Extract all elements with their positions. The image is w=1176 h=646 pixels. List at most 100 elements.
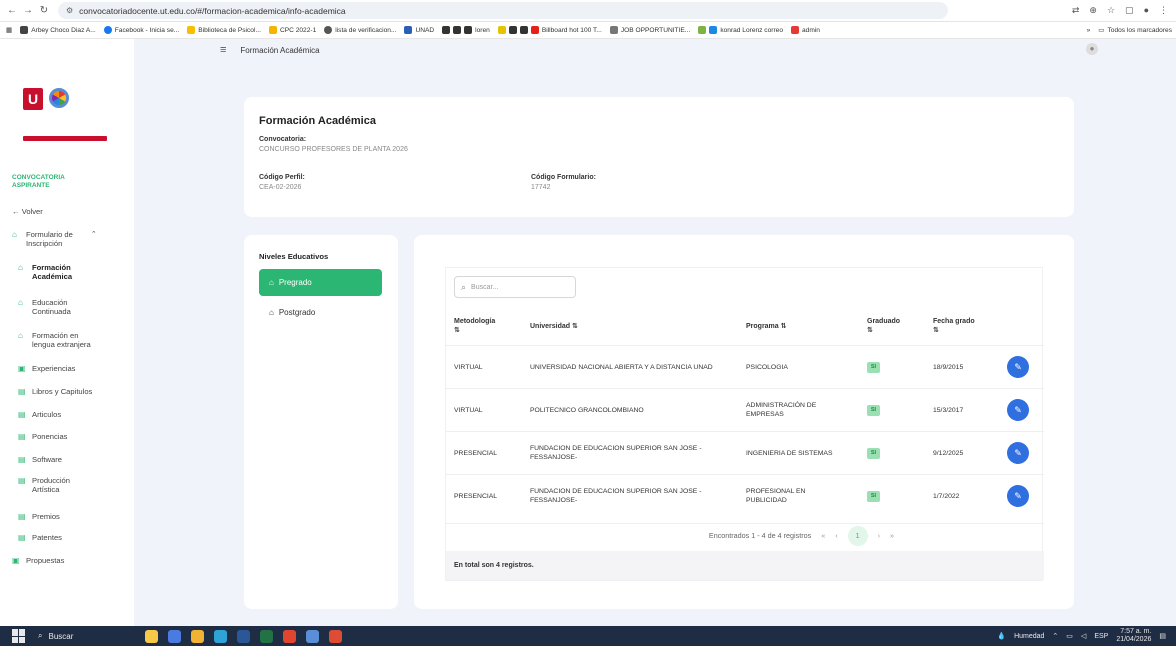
- edit-pencil-icon[interactable]: ✎: [1007, 399, 1029, 421]
- cell-universidad: FUNDACION DE EDUCACION SUPERIOR SAN JOSE…: [530, 488, 702, 504]
- bookmark-item[interactable]: JOB OPPORTUNITIE...: [609, 26, 690, 34]
- bookmark-item[interactable]: Biblioteca de Psicol...: [187, 26, 261, 34]
- reload-icon[interactable]: ↻: [36, 5, 52, 16]
- bookmark-item[interactable]: konrad Lorenz correo: [698, 26, 783, 34]
- language-indicator[interactable]: ESP: [1094, 633, 1108, 640]
- logo-strip: [23, 136, 107, 141]
- table-row: PRESENCIAL FUNDACION DE EDUCACION SUPERI…: [446, 474, 1044, 517]
- sidebar-item-produccion[interactable]: ▤ Producción Artística: [18, 476, 70, 494]
- edit-pencil-icon[interactable]: ✎: [1007, 442, 1029, 464]
- book-icon: ▤: [18, 387, 26, 396]
- niveles-title: Niveles Educativos: [259, 252, 329, 261]
- volume-icon[interactable]: ◁: [1081, 632, 1086, 640]
- address-bar[interactable]: ⚙ convocatoriadocente.ut.edu.co/#/formac…: [58, 2, 948, 19]
- bookmark-item[interactable]: UNAD: [404, 26, 434, 34]
- bookmark-item[interactable]: Arbey Choco Diaz A...: [20, 26, 96, 34]
- sidebar-item-formacion-academica[interactable]: ⌂ Formación Académica: [18, 263, 72, 281]
- table-row: PRESENCIAL FUNDACION DE EDUCACION SUPERI…: [446, 431, 1044, 474]
- cell-programa: ADMINISTRACIÓN DE EMPRESAS: [746, 402, 817, 418]
- edit-pencil-icon[interactable]: ✎: [1007, 356, 1029, 378]
- menu-dots-icon[interactable]: ⋮: [1159, 5, 1168, 16]
- chevron-up-icon[interactable]: ⌃: [91, 230, 97, 239]
- cell-programa: PSICOLOGIA: [746, 364, 788, 371]
- bookmark-item[interactable]: admin: [791, 26, 820, 34]
- bookmark-item[interactable]: lista de verificacion...: [324, 26, 396, 34]
- tray-chevron-icon[interactable]: ⌃: [1052, 632, 1058, 640]
- sidebar-item-lengua-extranjera[interactable]: ⌂ Formación en lengua extranjera: [18, 331, 91, 349]
- bookmark-item[interactable]: CPC 2022-1: [268, 26, 316, 34]
- browser-toolbar: ← → ↻ ⚙ convocatoriadocente.ut.edu.co/#/…: [0, 0, 1176, 22]
- more-bookmarks-icon[interactable]: »: [1087, 27, 1091, 34]
- site-info-icon[interactable]: ⚙: [66, 6, 73, 15]
- tab-postgrado[interactable]: ⌂ Postgrado: [259, 299, 382, 326]
- word-icon[interactable]: [237, 629, 251, 643]
- all-bookmarks-link[interactable]: Todos los marcadores: [1107, 27, 1172, 34]
- col-graduado[interactable]: Graduado ⇅: [867, 317, 900, 335]
- school-icon: ⌂: [269, 308, 274, 317]
- last-page-button[interactable]: »: [890, 531, 894, 540]
- extensions-icon[interactable]: ▢: [1125, 5, 1134, 16]
- app-icon[interactable]: [168, 629, 182, 643]
- star-icon[interactable]: ☆: [1107, 5, 1115, 16]
- col-fecha[interactable]: Fecha grado ⇅: [933, 317, 975, 335]
- user-avatar-icon[interactable]: ●: [1086, 43, 1098, 55]
- search-icon: ⌕: [38, 631, 43, 640]
- bookmark-label: Facebook - Inicia se...: [114, 26, 180, 34]
- first-page-button[interactable]: «: [821, 531, 825, 540]
- profile-icon[interactable]: ●: [1144, 5, 1149, 16]
- bookmark-item[interactable]: Billboard hot 100 T...: [497, 26, 602, 34]
- col-metodologia[interactable]: Metodología ⇅: [454, 317, 495, 335]
- edit-pencil-icon[interactable]: ✎: [1007, 485, 1029, 507]
- sidebar-item-formulario[interactable]: ⌂ Formulario de Inscripción ⌃: [12, 230, 97, 248]
- edge-icon[interactable]: [214, 629, 228, 643]
- codigo-perfil-label: Código Perfil:: [259, 174, 305, 181]
- windows-start-icon[interactable]: [12, 629, 26, 643]
- prev-page-button[interactable]: ‹: [835, 531, 837, 540]
- niveles-card: Niveles Educativos ⌂ Pregrado ⌂ Postgrado: [244, 235, 398, 609]
- tab-pregrado[interactable]: ⌂ Pregrado: [259, 269, 382, 296]
- back-arrow-icon[interactable]: ←: [4, 5, 20, 16]
- apps-icon[interactable]: ▦: [6, 26, 12, 34]
- bookmark-item[interactable]: Facebook - Inicia se...: [103, 26, 180, 34]
- briefcase-icon: ▣: [12, 556, 20, 565]
- bookmark-item[interactable]: loren: [442, 26, 490, 34]
- app-icon[interactable]: [306, 629, 320, 643]
- sidebar-item-experiencias[interactable]: ▣ Experiencias: [18, 364, 75, 373]
- search-input[interactable]: ⌕ Buscar...: [454, 276, 576, 298]
- current-page-button[interactable]: 1: [847, 525, 868, 546]
- sidebar-item-libros[interactable]: ▤ Libros y Capitulos: [18, 387, 92, 396]
- bookmark-label: UNAD: [415, 26, 435, 34]
- taskbar-search[interactable]: ⌕ Buscar: [38, 631, 73, 641]
- chrome-icon[interactable]: [329, 629, 343, 643]
- university-logo: U: [23, 88, 69, 110]
- file-explorer-icon[interactable]: [191, 629, 205, 643]
- back-link[interactable]: ← Volver: [12, 207, 43, 216]
- forward-arrow-icon[interactable]: →: [20, 5, 36, 16]
- bookmark-label: Biblioteca de Psicol...: [198, 26, 261, 34]
- school-icon: ⌂: [18, 263, 23, 272]
- sidebar-item-premios[interactable]: ▤ Premios: [18, 512, 60, 521]
- sidebar-item-software[interactable]: ▤ Software: [18, 455, 62, 464]
- translate-icon[interactable]: ⇄: [1072, 5, 1080, 16]
- document-icon: ▤: [18, 455, 26, 464]
- weather-label[interactable]: Humedad: [1014, 633, 1044, 640]
- cell-fecha: 18/9/2015: [933, 364, 964, 371]
- sidebar-item-patentes[interactable]: ▤ Patentes: [18, 533, 62, 542]
- col-universidad[interactable]: Universidad ⇅: [530, 322, 578, 331]
- network-icon[interactable]: ▭: [1066, 632, 1073, 640]
- codigo-perfil-value: CEA-02-2026: [259, 184, 302, 191]
- next-page-button[interactable]: ›: [878, 531, 880, 540]
- col-programa[interactable]: Programa ⇅: [746, 322, 787, 331]
- sidebar-item-ponencias[interactable]: ▤ Ponencias: [18, 432, 67, 441]
- notification-icon[interactable]: ▤: [1159, 632, 1166, 640]
- clock[interactable]: 7:57 a. m. 21/04/2026: [1116, 628, 1151, 644]
- sidebar-item-articulos[interactable]: ▤ Articulos: [18, 410, 61, 419]
- excel-icon[interactable]: [260, 629, 274, 643]
- header-title: Formación Académica: [240, 45, 320, 55]
- zoom-icon[interactable]: ⊕: [1089, 5, 1097, 16]
- hamburger-menu-icon[interactable]: ≡: [220, 44, 226, 56]
- copilot-icon[interactable]: [145, 629, 159, 643]
- sidebar-item-propuestas[interactable]: ▣ Propuestas: [12, 556, 64, 565]
- app-icon[interactable]: [283, 629, 297, 643]
- sidebar-item-educacion-continuada[interactable]: ⌂ Educación Continuada: [18, 298, 71, 316]
